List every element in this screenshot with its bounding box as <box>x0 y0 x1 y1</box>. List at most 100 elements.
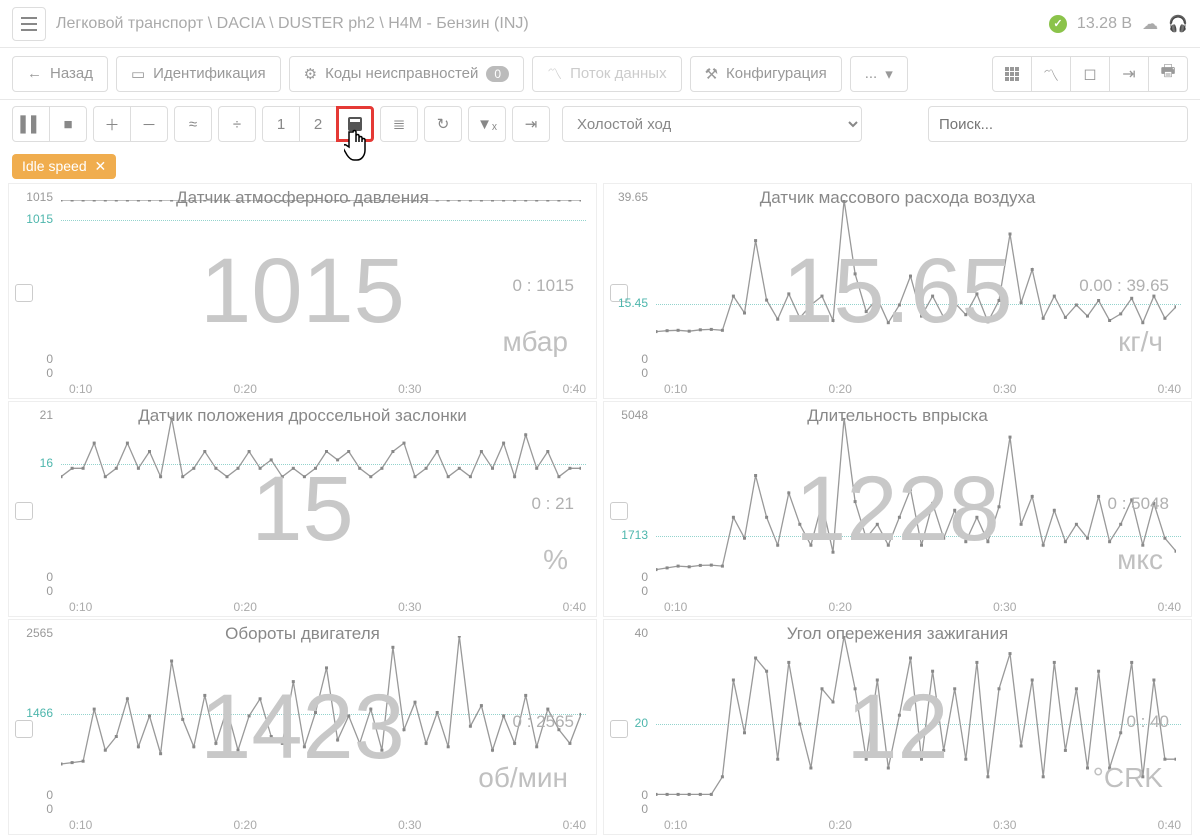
panel-unit: % <box>543 544 568 576</box>
menu-button[interactable] <box>12 7 46 41</box>
panel-unit: мкс <box>1117 544 1163 576</box>
x-tick: 0:40 <box>563 600 586 614</box>
sliders-icon: ⚒ <box>705 65 718 83</box>
x-tick: 0:10 <box>664 818 687 832</box>
more-label: ... <box>865 65 878 82</box>
y-axis: 1015 1015 0 0 <box>11 190 61 380</box>
datastream-button[interactable]: 〽 Поток данных <box>532 56 682 92</box>
x-tick: 0:20 <box>234 600 257 614</box>
breadcrumb: Легковой транспорт \ DACIA \ DUSTER ph2 … <box>56 15 1039 33</box>
columns-2-button[interactable]: 2 <box>299 106 337 142</box>
x-tick: 0:20 <box>829 382 852 396</box>
x-axis: 0:10 0:20 0:30 0:40 <box>69 600 586 614</box>
x-tick: 0:10 <box>69 600 92 614</box>
topbar: Легковой транспорт \ DACIA \ DUSTER ph2 … <box>0 0 1200 48</box>
export-button[interactable]: ⇥ <box>1109 56 1149 92</box>
pause-button[interactable]: ▌▌ <box>12 106 50 142</box>
panel-title: Длительность впрыска <box>604 406 1191 426</box>
print-button[interactable]: 🖶 <box>1148 56 1188 92</box>
chart-icon: 〽 <box>547 63 562 84</box>
cloud-icon[interactable]: ☁ <box>1142 14 1158 34</box>
save-icon <box>348 117 362 131</box>
y-zero: 0 <box>641 802 648 816</box>
x-axis: 0:100:200:300:40 <box>664 818 1181 832</box>
x-axis: 0:10 0:20 0:30 0:40 <box>664 600 1181 614</box>
zoom-in-button[interactable]: ＋ <box>93 106 131 142</box>
panel-range: 0 : 21 <box>531 494 574 514</box>
chart-panel: Датчик положения дроссельной заслонки 21… <box>8 401 597 617</box>
panel-title: Обороты двигателя <box>9 624 596 644</box>
x-tick: 0:10 <box>69 382 92 396</box>
panel-unit: об/мин <box>478 762 568 794</box>
x-tick: 0:20 <box>234 818 257 832</box>
view-grid-button[interactable] <box>992 56 1032 92</box>
y-axis: 5048 1713 0 0 <box>606 408 656 598</box>
x-tick: 0:30 <box>398 818 421 832</box>
columns-1-button[interactable]: 1 <box>262 106 300 142</box>
stop-button[interactable]: ■ <box>49 106 87 142</box>
charts-grid: Датчик атмосферного давления 1015 1015 0… <box>0 179 1200 835</box>
configuration-label: Конфигурация <box>726 65 827 82</box>
filter-chip-label: Idle speed <box>22 158 87 174</box>
x-tick: 0:10 <box>664 600 687 614</box>
identification-label: Идентификация <box>153 65 265 82</box>
chart-plot <box>61 418 581 594</box>
y-current: 16 <box>40 456 53 470</box>
dtc-label: Коды неисправностей <box>325 65 478 82</box>
y-zero: 0 <box>46 802 53 816</box>
save-button[interactable] <box>336 106 374 142</box>
panel-range: 0.00 : 39.65 <box>1079 276 1169 296</box>
list-button[interactable]: ≣ <box>380 106 418 142</box>
y-axis: 39.65 15.45 0 0 <box>606 190 656 380</box>
y-min: 0 <box>641 788 648 802</box>
x-tick: 0:20 <box>829 600 852 614</box>
y-min: 0 <box>641 352 648 366</box>
headset-icon[interactable]: 🎧 <box>1168 14 1188 34</box>
y-current: 1713 <box>621 528 648 542</box>
y-current: 1466 <box>26 706 53 720</box>
panel-range: 0 : 40 <box>1126 712 1169 732</box>
filter-clear-button[interactable]: ▼ₓ <box>468 106 506 142</box>
back-label: Назад <box>50 65 93 82</box>
x-axis: 0:100:200:300:40 <box>664 382 1181 396</box>
y-current: 1015 <box>26 212 53 226</box>
y-min: 0 <box>641 570 648 584</box>
chart-panel: Датчик массового расхода воздуха 39.65 1… <box>603 183 1192 399</box>
skip-last-button[interactable]: ⇥ <box>512 106 550 142</box>
x-tick: 0:30 <box>398 600 421 614</box>
panel-title: Датчик массового расхода воздуха <box>604 188 1191 208</box>
back-button[interactable]: ← Назад <box>12 56 108 92</box>
filter-chip[interactable]: Idle speed ✕ <box>12 154 116 179</box>
x-tick: 0:20 <box>234 382 257 396</box>
arrow-left-icon: ← <box>27 65 42 82</box>
x-tick: 0:40 <box>1158 600 1181 614</box>
more-button[interactable]: ... ▾ <box>850 56 908 92</box>
y-min: 0 <box>46 570 53 584</box>
dtc-count: 0 <box>486 66 509 82</box>
panel-unit: мбар <box>503 326 568 358</box>
configuration-button[interactable]: ⚒ Конфигурация <box>690 56 842 92</box>
y-min: 0 <box>46 788 53 802</box>
panel-range: 0 : 5048 <box>1108 494 1169 514</box>
id-icon: ▭ <box>131 65 145 83</box>
x-tick: 0:40 <box>1158 382 1181 396</box>
chart-panel: Длительность впрыска 5048 1713 0 0 1228 … <box>603 401 1192 617</box>
identification-button[interactable]: ▭ Идентификация <box>116 56 281 92</box>
x-tick: 0:30 <box>993 600 1016 614</box>
x-tick: 0:40 <box>563 818 586 832</box>
y-zero: 0 <box>641 584 648 598</box>
search-input[interactable] <box>928 106 1188 142</box>
chart-panel: Обороты двигателя 2565 1466 0 0 1423 0 :… <box>8 619 597 835</box>
x-tick: 0:30 <box>993 818 1016 832</box>
close-icon[interactable]: ✕ <box>95 158 107 174</box>
view-chart-button[interactable]: 〽 <box>1031 56 1071 92</box>
zoom-out-button[interactable]: － <box>130 106 168 142</box>
refresh-button[interactable]: ↻ <box>424 106 462 142</box>
view-diagram-button[interactable]: ◻ <box>1070 56 1110 92</box>
divide-button[interactable]: ÷ <box>218 106 256 142</box>
y-current: 15.45 <box>618 296 648 310</box>
y-min: 0 <box>46 352 53 366</box>
mode-select[interactable]: Холостой ход <box>562 106 862 142</box>
wave-button[interactable]: ≈ <box>174 106 212 142</box>
dtc-button[interactable]: ⚙ Коды неисправностей 0 <box>289 56 524 92</box>
